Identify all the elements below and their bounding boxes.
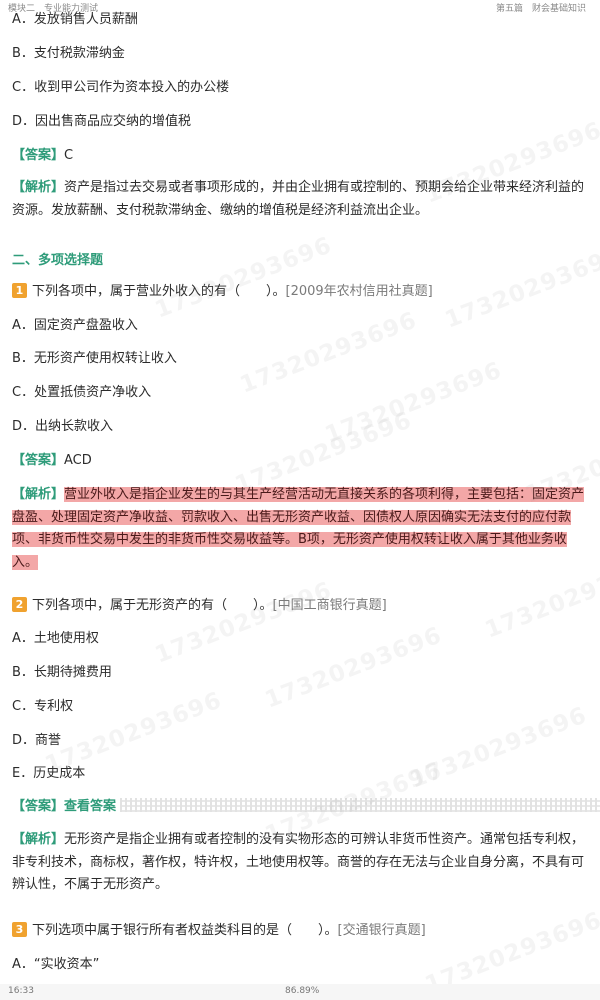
question-3-stem: 3 下列选项中属于银行所有者权益类科目的是（ ）。[交通银行真题] (12, 922, 426, 940)
option-a: A．“实收资本” (12, 957, 100, 972)
option-d: D．出纳长款收入 (12, 419, 114, 434)
answer-row: 【答案】查看答案 (12, 798, 600, 816)
option-a: A．发放销售人员薪酬 (12, 12, 138, 27)
reading-progress: 86.89% (285, 986, 320, 996)
question-number-badge: 2 (12, 597, 27, 612)
clock-time: 16:33 (8, 986, 34, 996)
analysis-label: 【解析】 (12, 832, 65, 847)
view-answer-link[interactable]: 查看答案 (64, 799, 116, 814)
watermark: 17320293696 (406, 702, 591, 794)
question-text: 下列各项中，属于营业外收入的有（ ）。 (32, 284, 286, 299)
option-b: B．无形资产使用权转让收入 (12, 351, 177, 366)
option-c: C．专利权 (12, 699, 74, 714)
question-1-stem: 1 下列各项中，属于营业外收入的有（ ）。[2009年农村信用社真题] (12, 283, 433, 301)
analysis-block: 【解析】无形资产是指企业拥有或者控制的没有实物形态的可辨认非货币性资产。通常包括… (12, 829, 590, 897)
analysis-block: 【解析】资产是指过去交易或者事项形成的，并由企业拥有或控制的、预期会给企业带来经… (12, 177, 590, 222)
answer-label: 【答案】 (12, 799, 65, 814)
option-a: A．固定资产盘盈收入 (12, 318, 138, 333)
option-d: D．商誉 (12, 733, 62, 748)
watermark: 17320293696 (261, 622, 446, 714)
answer-row: 【答案】ACD (12, 452, 92, 470)
question-text: 下列各项中，属于无形资产的有（ ）。 (32, 598, 273, 613)
section-title: 二、多项选择题 (12, 253, 104, 268)
question-number-badge: 3 (12, 922, 27, 937)
option-b: B．长期待摊费用 (12, 665, 112, 680)
highlighted-analysis-text[interactable]: 营业外收入是指企业发生的与其生产经营活动无直接关系的各项利得，主要包括：固定资产… (12, 487, 585, 570)
answer-value: ACD (64, 453, 92, 468)
watermark: 17320293696 (236, 307, 421, 399)
option-c: C．处置抵债资产净收入 (12, 385, 152, 400)
answer-label: 【答案】 (12, 453, 65, 468)
watermark: 17320293696 (321, 357, 506, 449)
question-text: 下列选项中属于银行所有者权益类科目的是（ ）。 (32, 923, 338, 938)
question-source: [中国工商银行真题] (272, 598, 387, 613)
analysis-text: 资产是指过去交易或者事项形成的，并由企业拥有或控制的、预期会给企业带来经济利益的… (12, 180, 585, 218)
header-chapter-title: 第五篇 财会基础知识 (495, 4, 586, 14)
question-source: [2009年农村信用社真题] (285, 284, 433, 299)
option-c: C．收到甲公司作为资本投入的办公楼 (12, 80, 230, 95)
status-bar: 16:33 86.89% (0, 984, 600, 1000)
answer-value: C (64, 148, 74, 163)
answer-row: 【答案】C (12, 147, 73, 165)
question-2-stem: 2 下列各项中，属于无形资产的有（ ）。[中国工商银行真题] (12, 597, 387, 615)
analysis-label: 【解析】 (12, 180, 65, 195)
option-d: D．因出售商品应交纳的增值税 (12, 114, 192, 129)
analysis-block: 【解析】营业外收入是指企业发生的与其生产经营活动无直接关系的各项利得，主要包括：… (12, 484, 590, 574)
watermark: 17320293696 (151, 232, 336, 324)
watermark: 17320293696 (151, 577, 336, 669)
question-source: [交通银行真题] (337, 923, 426, 938)
option-b: B．支付税款滞纳金 (12, 46, 125, 61)
analysis-text: 无形资产是指企业拥有或者控制的没有实物形态的可辨认非货币性资产。通常包括专利权，… (12, 832, 585, 892)
option-e: E．历史成本 (12, 766, 86, 781)
answer-label: 【答案】 (12, 148, 65, 163)
analysis-label: 【解析】 (12, 487, 65, 502)
option-a: A．土地使用权 (12, 631, 99, 646)
question-number-badge: 1 (12, 283, 27, 298)
hidden-answer-mask[interactable] (120, 798, 600, 812)
watermark: 17320293696 (441, 242, 600, 334)
